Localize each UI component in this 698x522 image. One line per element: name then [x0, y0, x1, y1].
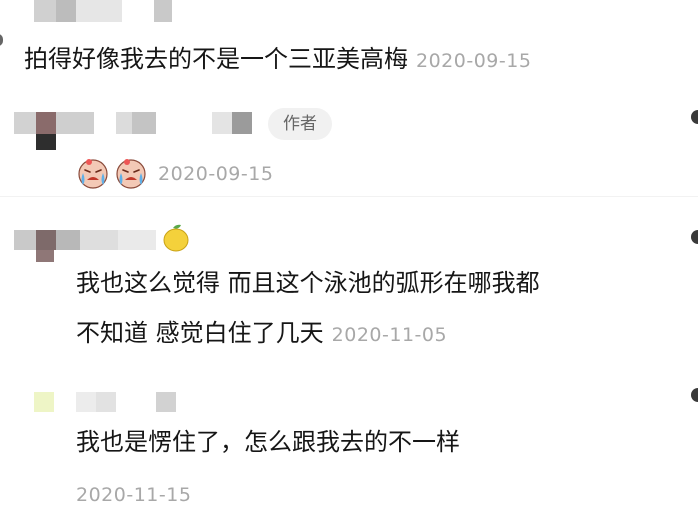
- comment-1-date: 2020-09-15: [416, 50, 532, 72]
- comment-1-text: 拍得好像我去的不是一个三亚美高梅: [24, 45, 408, 73]
- right-scroll-marker: [691, 230, 698, 244]
- right-scroll-marker: [691, 388, 698, 402]
- comment-1-body[interactable]: 拍得好像我去的不是一个三亚美高梅 2020-09-15: [24, 42, 531, 78]
- divider: [0, 196, 698, 197]
- crying-face-icon: [116, 159, 146, 189]
- comment-3-line2: 不知道 感觉白住了几天: [76, 319, 324, 347]
- comment-3-date: 2020-11-05: [331, 324, 448, 346]
- author-badge: 作者: [268, 108, 332, 140]
- comment-4-date: 2020-11-15: [76, 484, 192, 506]
- comment-3-line1[interactable]: 我也这么觉得 而且这个泳池的弧形在哪我都: [76, 266, 540, 300]
- comment-4-text[interactable]: 我也是愣住了，怎么跟我去的不一样: [76, 425, 460, 459]
- lemon-icon: [163, 224, 189, 252]
- right-scroll-marker: [691, 110, 698, 124]
- comment-2-date: 2020-09-15: [158, 163, 274, 185]
- avatar-edge: [0, 34, 3, 46]
- crying-face-icon: [78, 159, 108, 189]
- comment-3-body[interactable]: 不知道 感觉白住了几天 2020-11-05: [76, 316, 447, 352]
